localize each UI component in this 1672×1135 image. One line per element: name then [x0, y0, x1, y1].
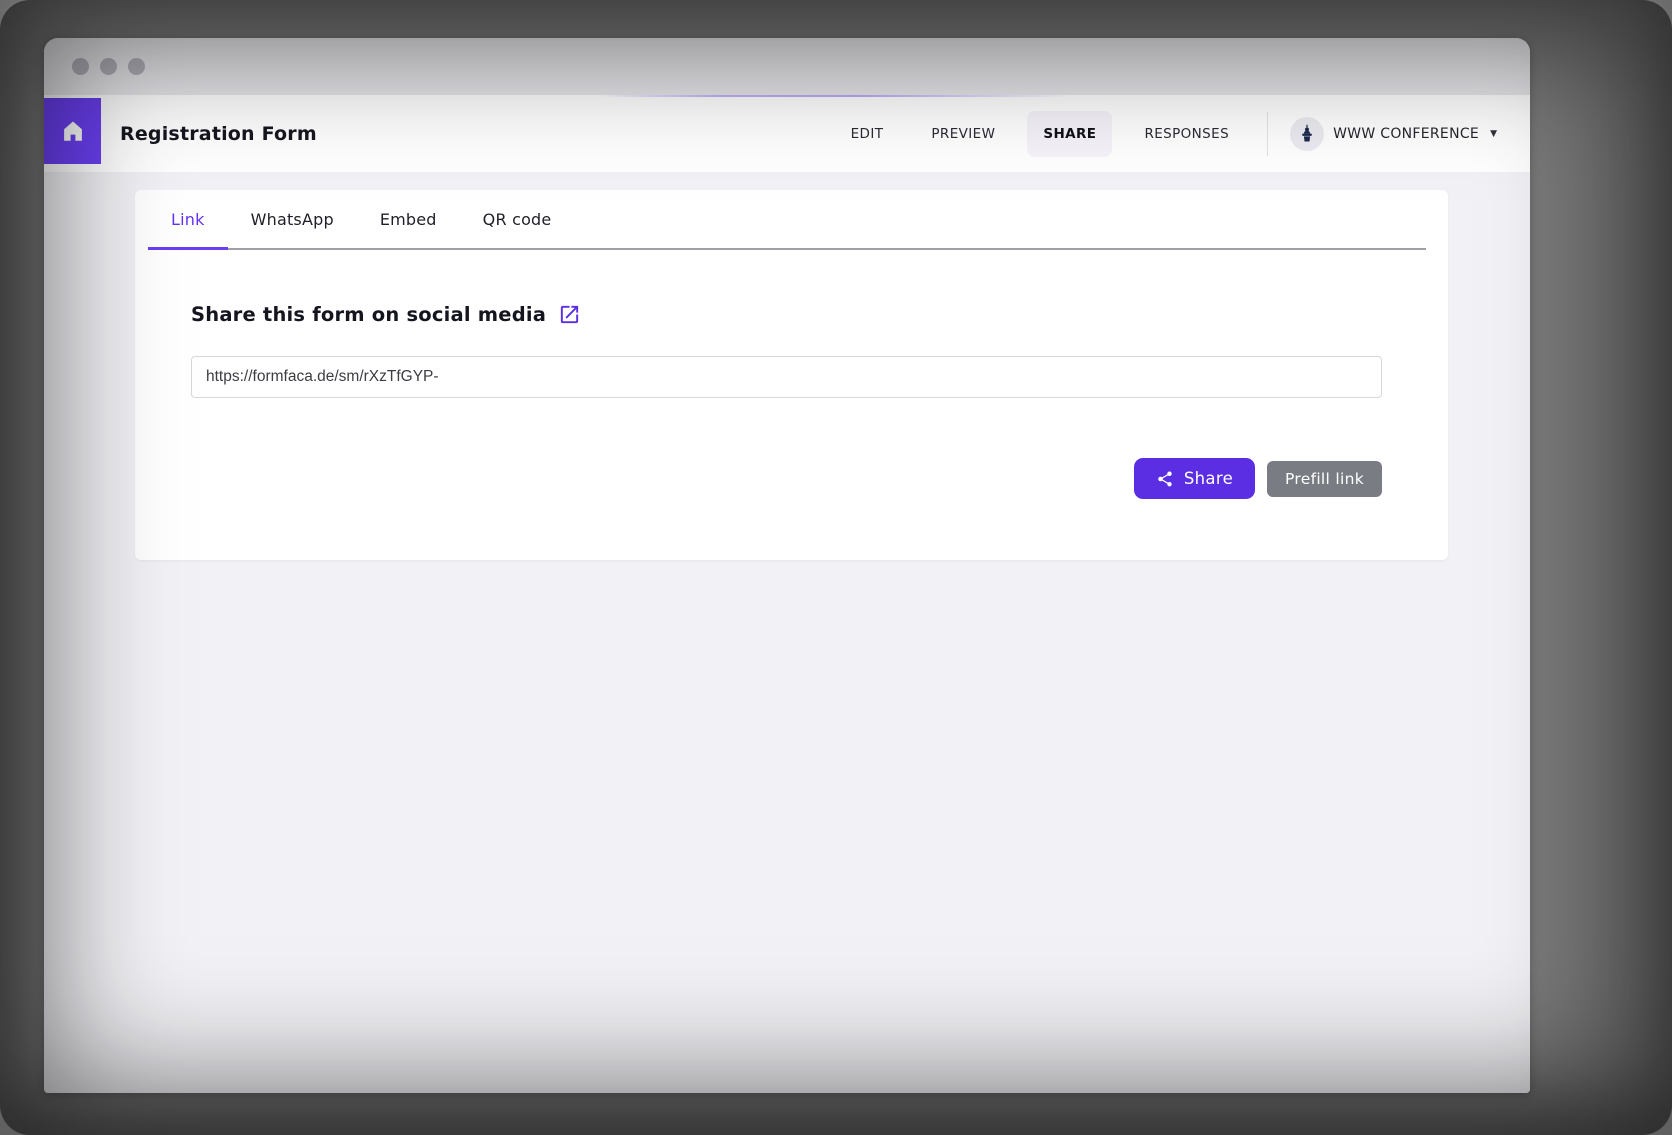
account-name: WWW CONFERENCE	[1333, 126, 1479, 142]
action-buttons-row: Share Prefill link	[191, 458, 1382, 499]
tab-qr-code[interactable]: QR code	[460, 190, 575, 248]
external-link-icon	[558, 303, 581, 326]
share-link-section: Share this form on social media	[135, 250, 1448, 499]
avatar	[1290, 117, 1324, 151]
header-divider	[1267, 112, 1268, 156]
tab-whatsapp[interactable]: WhatsApp	[228, 190, 357, 248]
window-control-dot[interactable]	[72, 58, 89, 75]
browser-window: Registration Form EDIT PREVIEW SHARE RES…	[44, 38, 1530, 1093]
form-url-input[interactable]	[191, 356, 1382, 398]
account-menu[interactable]: WWW CONFERENCE ▼	[1290, 117, 1497, 151]
home-button[interactable]	[44, 98, 101, 164]
nav-item-responses[interactable]: RESPONSES	[1128, 111, 1245, 157]
speaker-podium-icon	[1296, 123, 1318, 145]
share-icon	[1156, 470, 1174, 488]
desktop-background: Registration Form EDIT PREVIEW SHARE RES…	[0, 0, 1672, 1135]
app-header: Registration Form EDIT PREVIEW SHARE RES…	[44, 95, 1530, 172]
window-control-dot[interactable]	[128, 58, 145, 75]
page-title: Registration Form	[120, 123, 317, 145]
header-nav: EDIT PREVIEW SHARE RESPONSES	[835, 111, 1530, 157]
content-area: Link WhatsApp Embed QR code Share this f…	[44, 172, 1530, 1093]
share-button[interactable]: Share	[1134, 458, 1255, 499]
prefill-link-button[interactable]: Prefill link	[1267, 461, 1382, 497]
open-form-link[interactable]	[558, 303, 581, 326]
share-card: Link WhatsApp Embed QR code Share this f…	[135, 190, 1448, 560]
home-icon	[60, 118, 86, 144]
nav-item-share[interactable]: SHARE	[1027, 111, 1112, 157]
tab-embed[interactable]: Embed	[357, 190, 460, 248]
share-heading: Share this form on social media	[191, 303, 546, 326]
chevron-down-icon: ▼	[1490, 129, 1497, 139]
nav-item-preview[interactable]: PREVIEW	[915, 111, 1011, 157]
window-titlebar	[44, 38, 1530, 95]
share-tabbar: Link WhatsApp Embed QR code	[148, 190, 1426, 250]
window-control-dot[interactable]	[100, 58, 117, 75]
nav-item-edit[interactable]: EDIT	[835, 111, 900, 157]
share-button-label: Share	[1184, 469, 1233, 488]
loading-bar-artifact	[600, 95, 1070, 97]
tab-link[interactable]: Link	[148, 190, 228, 248]
